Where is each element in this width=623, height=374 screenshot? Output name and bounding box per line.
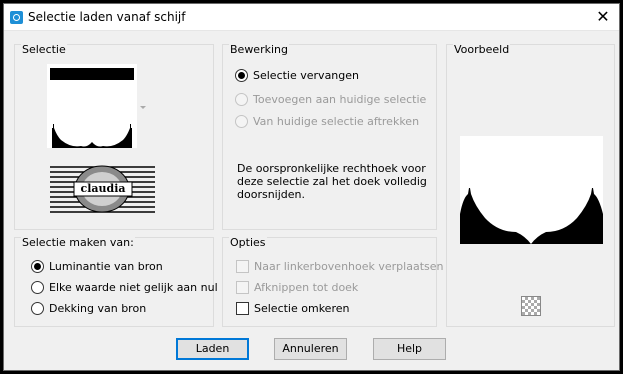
radio-toevoegen[interactable] — [235, 93, 248, 106]
label-linkerbovenhoek[interactable]: Naar linkerbovenhoek verplaatsen — [254, 260, 443, 273]
window-title: Selectie laden vanaf schijf — [28, 10, 186, 24]
cancel-button[interactable]: Annuleren — [274, 338, 347, 360]
label-luminantie[interactable]: Luminantie van bron — [49, 260, 163, 273]
radio-aftrekken[interactable] — [235, 115, 248, 128]
label-toevoegen[interactable]: Toevoegen aan huidige selectie — [253, 93, 426, 106]
selection-thumbnail[interactable] — [47, 64, 137, 148]
maken-van-heading: Selectie maken van: — [21, 236, 135, 249]
label-aftrekken[interactable]: Van huidige selectie aftrekken — [253, 115, 419, 128]
checkbox-selectie-omkeren[interactable] — [236, 302, 249, 315]
logo-text: claudia — [80, 182, 126, 195]
load-button[interactable]: Laden — [176, 338, 249, 360]
opties-heading: Opties — [229, 236, 267, 249]
voorbeeld-group: Voorbeeld — [446, 43, 615, 327]
note-line-1: De oorspronkelijke rechthoek voor — [237, 162, 426, 175]
radio-elke-waarde[interactable] — [31, 281, 44, 294]
selection-shape-icon — [50, 68, 134, 148]
opties-group: Opties Naar linkerbovenhoek verplaatsen … — [222, 236, 443, 327]
label-elke-waarde[interactable]: Elke waarde niet gelijk aan nul — [49, 281, 218, 294]
dropdown-arrow-icon[interactable] — [140, 106, 146, 109]
maken-van-group: Selectie maken van: Luminantie van bron … — [14, 236, 218, 327]
bewerking-group: Bewerking Selectie vervangen Toevoegen a… — [222, 43, 437, 230]
checkbox-afknippen[interactable] — [236, 281, 249, 294]
checkbox-linkerbovenhoek[interactable] — [236, 260, 249, 273]
voorbeeld-heading: Voorbeeld — [453, 43, 511, 56]
bewerking-note: De oorspronkelijke rechthoek voor deze s… — [237, 162, 427, 201]
preview-canvas — [460, 136, 603, 244]
label-selectie-vervangen[interactable]: Selectie vervangen — [253, 69, 359, 82]
transparency-toggle-icon[interactable] — [521, 296, 541, 316]
app-icon — [10, 11, 23, 24]
radio-selectie-vervangen[interactable] — [235, 69, 248, 82]
note-line-2: deze selectie zal het doek volledig — [237, 175, 427, 188]
help-button[interactable]: Help — [373, 338, 446, 360]
selectie-heading: Selectie — [21, 43, 67, 56]
title-bar: Selectie laden vanaf schijf ✕ — [4, 4, 619, 31]
radio-dekking[interactable] — [31, 302, 44, 315]
label-dekking[interactable]: Dekking van bron — [49, 302, 146, 315]
label-afknippen[interactable]: Afknippen tot doek — [254, 281, 358, 294]
preview-shape-icon — [460, 188, 603, 244]
bewerking-heading: Bewerking — [229, 43, 289, 56]
radio-luminantie[interactable] — [31, 260, 44, 273]
selectie-group: Selectie claudia — [14, 43, 214, 230]
label-selectie-omkeren[interactable]: Selectie omkeren — [254, 302, 349, 315]
dialog-window: Selectie laden vanaf schijf ✕ Selectie c… — [3, 3, 620, 371]
note-line-3: doorsnijden. — [237, 188, 305, 201]
close-icon[interactable]: ✕ — [595, 9, 611, 25]
claudia-logo: claudia — [50, 164, 155, 214]
